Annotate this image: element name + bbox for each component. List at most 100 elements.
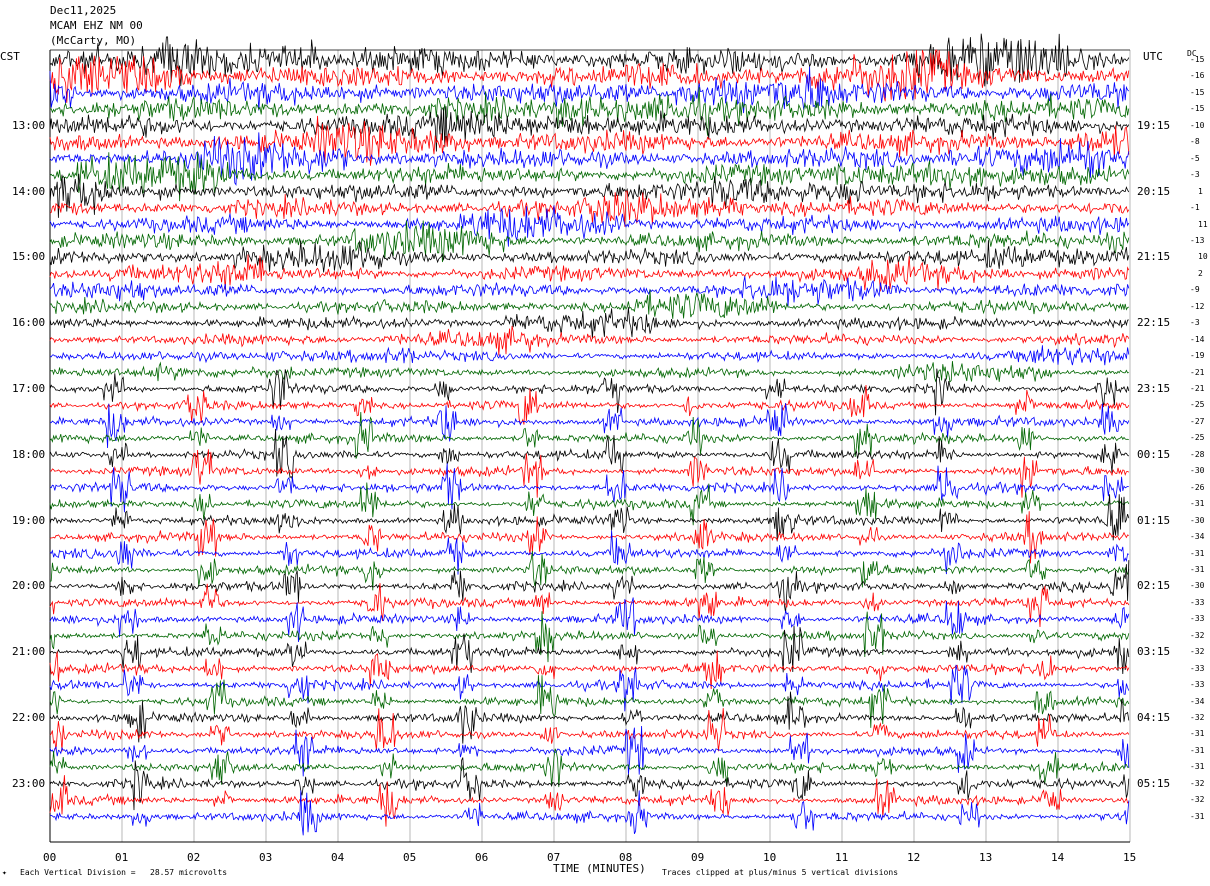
dc-offset-value: -19: [1190, 351, 1205, 361]
dc-offset-value: -31: [1190, 729, 1205, 739]
trace-14: [49, 276, 1130, 307]
dc-offset-value: -33: [1190, 614, 1205, 624]
trace-12: [49, 239, 1130, 273]
dc-offset-value: -31: [1190, 548, 1205, 558]
left-hour-label: 14:00: [12, 184, 46, 198]
trace-46: [49, 790, 1130, 836]
dc-offset-value: -30: [1190, 515, 1205, 525]
left-hour-label: 19:00: [12, 513, 46, 527]
footer-mark-icon: ✦: [2, 868, 7, 877]
trace-18: [49, 345, 1130, 366]
x-tick-10: 10: [763, 851, 777, 864]
dc-offset-value: -1: [1190, 203, 1200, 213]
dc-offset-value: -15: [1190, 104, 1205, 114]
dc-offset-value: -3: [1190, 170, 1200, 180]
right-hour-label: 01:15: [1137, 513, 1171, 527]
dc-offset-value: -31: [1190, 811, 1205, 821]
left-hour-label: 16:00: [12, 316, 46, 330]
dc-offset-value: 10: [1198, 252, 1208, 262]
dc-offset-value: -32: [1190, 647, 1205, 657]
dc-offset-value: -3: [1190, 318, 1200, 328]
vertical-division-note: Each Vertical Division = 28.57 microvolt…: [20, 868, 228, 877]
dc-offset-value: -31: [1190, 762, 1205, 772]
x-tick-15: 15: [1123, 851, 1137, 864]
x-tick-05: 05: [403, 851, 417, 864]
right-hour-label: 04:15: [1137, 711, 1171, 724]
dc-offset-value: -32: [1190, 713, 1205, 722]
dc-offset-value: -33: [1190, 597, 1205, 607]
x-tick-00: 00: [43, 851, 57, 864]
left-hour-label: 20:00: [12, 579, 46, 593]
trace-22: [49, 402, 1130, 449]
dc-offset-value: -32: [1190, 630, 1205, 640]
trace-13: [49, 254, 1130, 292]
x-tick-06: 06: [475, 851, 489, 864]
trace-16: [49, 307, 1129, 339]
left-hour-label: 23:00: [12, 776, 46, 790]
trace-39: [49, 675, 1130, 728]
left-timezone-label: CST: [0, 50, 20, 63]
x-tick-11: 11: [835, 851, 849, 864]
x-tick-03: 03: [259, 851, 273, 864]
right-hour-label: 20:15: [1137, 184, 1171, 198]
trace-5: [49, 115, 1130, 166]
dc-offset-value: -13: [1190, 235, 1205, 245]
dc-offset-value: -14: [1190, 334, 1205, 344]
helicorder-plot: [49, 33, 1131, 843]
dc-offset-value: -21: [1190, 384, 1205, 393]
dc-offset-value: -21: [1190, 367, 1205, 377]
left-hour-label: 18:00: [12, 447, 46, 461]
dc-offset-value: -15: [1190, 87, 1205, 97]
right-hour-label: 21:15: [1137, 250, 1171, 264]
trace-36: [49, 625, 1130, 675]
dc-offset-value: -30: [1190, 466, 1205, 476]
dc-offset-value: -12: [1190, 301, 1205, 311]
left-hour-label: 21:00: [12, 645, 46, 659]
right-hour-label: 05:15: [1137, 776, 1171, 790]
right-hour-label: 03:15: [1137, 645, 1171, 659]
right-hour-label: 22:15: [1137, 316, 1171, 330]
x-tick-12: 12: [907, 851, 921, 864]
right-hour-label: 02:15: [1137, 579, 1171, 593]
dc-offset-value: -25: [1190, 433, 1205, 443]
dc-offset-value: -28: [1190, 449, 1205, 459]
dc-offset-value: -10: [1190, 120, 1205, 130]
x-tick-14: 14: [1051, 851, 1065, 864]
x-tick-04: 04: [331, 851, 345, 864]
dc-offset-value: -30: [1190, 581, 1205, 591]
dc-offset-value: -34: [1190, 532, 1205, 542]
dc-offset-value: -31: [1190, 745, 1205, 755]
dc-offset-value: -9: [1190, 285, 1200, 295]
right-hour-label: 00:15: [1137, 447, 1171, 461]
x-tick-13: 13: [979, 851, 993, 864]
station-location: (McCarty, MO): [50, 34, 137, 47]
trace-31: [49, 550, 1130, 591]
dc-offset-value: -31: [1190, 499, 1205, 509]
trace-23: [49, 411, 1129, 459]
dc-offset-value: -5: [1190, 153, 1200, 163]
right-hour-label: 19:15: [1137, 118, 1171, 132]
dc-offset-value: -32: [1190, 795, 1205, 805]
dc-offset-value: 2: [1198, 268, 1203, 278]
left-hour-label: 22:00: [12, 711, 46, 724]
dc-offset-value: -25: [1190, 400, 1205, 410]
trace-19: [49, 361, 1129, 383]
dc-offset-value: -26: [1190, 482, 1205, 492]
dc-offset-value: 1: [1198, 186, 1203, 196]
dc-offset-value: -33: [1190, 663, 1205, 673]
x-tick-09: 09: [691, 851, 705, 864]
x-axis-label: TIME (MINUTES): [553, 862, 646, 875]
x-tick-02: 02: [187, 851, 201, 864]
dc-offset-value: -32: [1190, 778, 1205, 788]
clip-note: Traces clipped at plus/minus 5 vertical …: [662, 868, 899, 877]
dc-offset-value: -15: [1190, 55, 1205, 64]
dc-offset-value: -34: [1190, 696, 1205, 706]
dc-offset-value: -8: [1190, 137, 1200, 147]
right-timezone-label: UTC: [1143, 50, 1163, 63]
dc-offset-value: 11: [1198, 219, 1208, 229]
plot-date: Dec11,2025: [50, 4, 117, 17]
right-hour-label: 23:15: [1137, 382, 1171, 395]
left-hour-label: 17:00: [12, 382, 46, 395]
x-tick-01: 01: [115, 851, 129, 864]
trace-33: [49, 583, 1130, 628]
